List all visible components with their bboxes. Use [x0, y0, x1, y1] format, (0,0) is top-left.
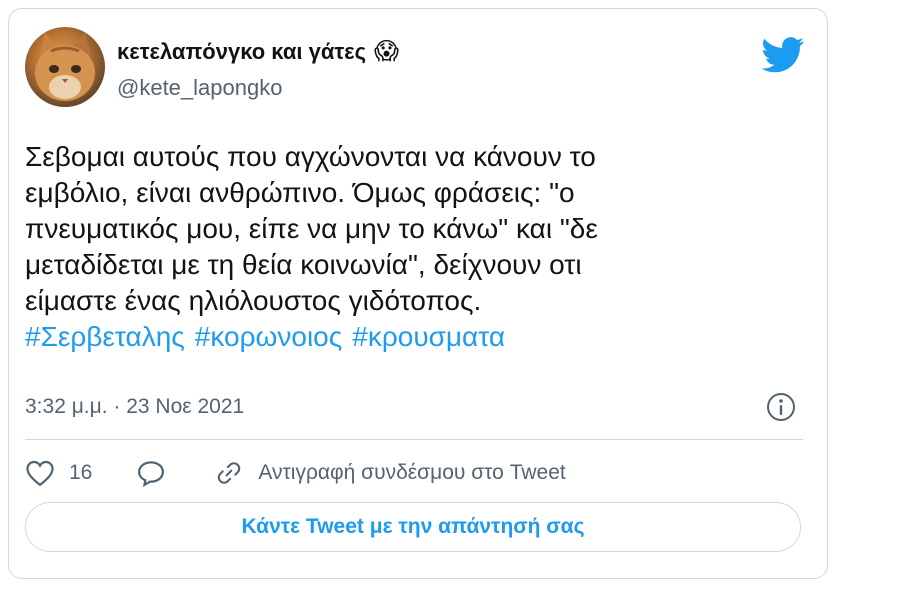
link-icon	[218, 462, 241, 484]
avatar[interactable]	[25, 27, 105, 107]
copy-link-button[interactable]: Αντιγραφή συνδέσμου στο Tweet	[214, 459, 566, 487]
hashtag-row: #Σερβεταλης #κορωνοιος #κρουσματα	[25, 319, 815, 355]
screaming-face-emoji: 😱	[374, 38, 400, 65]
copy-link-label: Αντιγραφή συνδέσμου στο Tweet	[258, 461, 566, 484]
like-count: 16	[69, 461, 93, 484]
tweet-text: Σεβομαι αυτούς που αγχώνονται να κάνουν …	[25, 139, 815, 355]
hashtag-link[interactable]: #Σερβεταλης	[25, 321, 185, 352]
tweet-text-line: μεταδίδεται με τη θεία κοινωνία", δείχνο…	[25, 249, 582, 280]
cat-avatar-icon	[35, 33, 95, 101]
like-button[interactable]: 16	[25, 459, 136, 487]
tweet-text-line: εμβόλιο, είναι ανθρώπινο. Όμως φράσεις: …	[25, 177, 575, 208]
tweet-timestamp[interactable]: 3:32 μ.μ. · 23 Νοε 2021	[25, 395, 244, 419]
divider	[25, 439, 803, 440]
hashtag-link[interactable]: #κρουσματα	[352, 321, 505, 352]
hashtag-link[interactable]: #κορωνοιος	[195, 321, 342, 352]
info-icon[interactable]	[765, 391, 797, 423]
author-handle[interactable]: @kete_lapongko	[117, 75, 282, 101]
action-bar: 16 Αντιγραφή συνδέσμου στο Tweet	[25, 459, 566, 487]
tweet-card: κετελαπόνγκο και γάτες 😱 @kete_lapongko …	[8, 8, 828, 579]
speech-bubble-icon	[138, 461, 165, 487]
twitter-bird-icon[interactable]	[761, 37, 805, 73]
tweet-text-line: πνευματικός μου, είπε να μην το κάνω" κα…	[25, 213, 598, 244]
author-display-name[interactable]: κετελαπόνγκο και γάτες	[117, 39, 366, 65]
reply-icon-button[interactable]	[136, 459, 166, 487]
reply-tweet-button[interactable]: Κάντε Tweet με την απάντησή σας	[25, 502, 801, 552]
tweet-text-line: Σεβομαι αυτούς που αγχώνονται να κάνουν …	[25, 141, 596, 172]
heart-icon	[26, 460, 54, 487]
tweet-text-line: είμαστε ένας ηλιόλουστος γιδότοπος.	[25, 285, 482, 316]
author-name-row: κετελαπόνγκο και γάτες 😱	[117, 39, 399, 65]
